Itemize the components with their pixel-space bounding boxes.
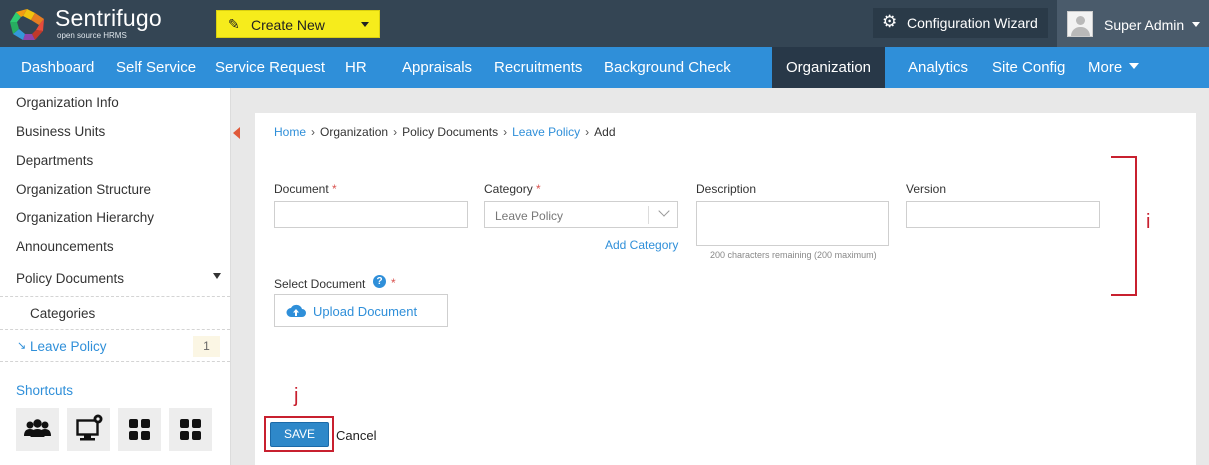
upload-document-button[interactable]: Upload Document [274,294,448,327]
count-badge: 1 [193,336,220,357]
required-mark: * [536,182,541,196]
pencil-icon: ✎ [228,16,240,32]
sidebar-subitem-categories[interactable]: Categories [0,296,230,329]
nav-service-request[interactable]: Service Request [215,47,325,88]
nav-hr[interactable]: HR [345,47,367,88]
shortcuts-heading: Shortcuts [16,383,74,398]
upload-document-label: Upload Document [313,304,418,319]
nav-dashboard[interactable]: Dashboard [21,47,94,88]
user-menu[interactable]: Super Admin [1057,0,1209,47]
main-nav: Dashboard Self Service Service Request H… [0,47,1209,88]
breadcrumb-add: Add [594,125,616,139]
breadcrumb-home[interactable]: Home [274,125,306,139]
nav-analytics[interactable]: Analytics [908,47,968,88]
gear-icon: ⚙ [882,12,898,31]
required-mark: * [391,276,396,290]
main-panel: Home › Organization › Policy Documents › Leave… [255,113,1196,465]
arrow-down-right-icon: ↘ [17,340,27,352]
user-name: Super Admin [1104,17,1185,33]
grid-icon [180,419,201,440]
nav-organization[interactable]: Organization [772,47,885,88]
shortcut-people[interactable] [16,408,59,451]
chevron-down-icon [361,22,369,27]
breadcrumb-separator: › [393,125,398,139]
sidebar-subitem-label: Categories [30,306,96,321]
description-label: Description [696,182,757,196]
shortcut-grid[interactable] [169,408,212,451]
description-char-hint: 200 characters remaining (200 maximum) [710,250,877,260]
description-textarea[interactable] [696,201,889,246]
nav-recruitments[interactable]: Recruitments [494,47,582,88]
document-label-text: Document [274,182,329,196]
chevron-down-icon [1129,63,1140,70]
nav-more[interactable]: More [1088,47,1140,88]
chevron-down-icon[interactable] [213,273,221,279]
brand-tagline: open source HRMS [57,31,127,40]
version-input[interactable] [906,201,1100,228]
sidebar: Organization Info Business Units Departm… [0,88,231,465]
shortcut-grid[interactable] [118,408,161,451]
nav-appraisals[interactable]: Appraisals [402,47,472,88]
breadcrumb-policy-documents: Policy Documents [402,125,499,139]
shortcut-monitor[interactable] [67,408,110,451]
chevron-down-icon [658,205,670,217]
version-label: Version [906,182,947,196]
sidebar-item-policy-documents[interactable]: Policy Documents [16,271,124,286]
brand-logo[interactable]: Sentrifugo open source HRMS [8,5,178,42]
breadcrumb-separator: › [585,125,590,139]
nav-background-check[interactable]: Background Check [604,47,731,88]
nav-self-service[interactable]: Self Service [116,47,196,88]
create-new-label: Create New [251,17,325,33]
sidebar-collapse-icon[interactable] [233,127,240,139]
annotation-label-i: i [1146,211,1151,233]
sidebar-item-organization-hierarchy[interactable]: Organization Hierarchy [16,210,154,225]
nav-more-label: More [1088,59,1123,76]
annotation-label-j: j [294,385,299,407]
sidebar-subitem-label: Leave Policy [30,339,107,354]
select-document-label: Select Document [274,277,366,291]
category-select[interactable]: Leave Policy [484,201,678,228]
configuration-wizard-button[interactable]: ⚙ Configuration Wizard [873,8,1048,38]
configuration-wizard-label: Configuration Wizard [907,15,1038,31]
document-input[interactable] [274,201,468,228]
annotation-bracket [1111,156,1137,296]
monitor-settings-icon [76,414,103,441]
document-label: Document * [274,182,337,196]
help-icon[interactable]: ? [373,275,386,288]
create-new-button[interactable]: ✎ Create New [216,10,380,38]
sidebar-item-organization-info[interactable]: Organization Info [16,95,119,110]
category-label-text: Category [484,182,533,196]
breadcrumb-organization: Organization [320,125,389,139]
cancel-button[interactable]: Cancel [336,428,376,443]
breadcrumb-separator: › [503,125,508,139]
required-mark: * [332,182,337,196]
chevron-down-icon [1192,22,1200,27]
breadcrumb-separator: › [311,125,316,139]
sentrifugo-logo-icon [10,9,44,40]
breadcrumb-leave-policy[interactable]: Leave Policy [512,125,580,139]
sidebar-item-business-units[interactable]: Business Units [16,124,105,139]
people-group-icon [24,419,51,437]
top-bar: Sentrifugo open source HRMS ✎ Create New… [0,0,1209,47]
sidebar-item-departments[interactable]: Departments [16,153,93,168]
nav-site-config[interactable]: Site Config [992,47,1065,88]
category-selected-value: Leave Policy [495,209,564,223]
avatar [1067,11,1093,37]
breadcrumb: Home › Organization › Policy Documents › Leave… [274,125,616,139]
sidebar-item-organization-structure[interactable]: Organization Structure [16,182,151,197]
brand-name: Sentrifugo [55,5,162,31]
add-category-link[interactable]: Add Category [605,238,678,252]
cloud-upload-icon [286,304,306,317]
category-label: Category * [484,182,541,196]
sidebar-subitem-leave-policy[interactable]: ↘ Leave Policy 1 [0,329,230,362]
annotation-box [264,416,334,452]
grid-icon [129,419,150,440]
sidebar-item-announcements[interactable]: Announcements [16,239,114,254]
select-divider [648,206,649,224]
